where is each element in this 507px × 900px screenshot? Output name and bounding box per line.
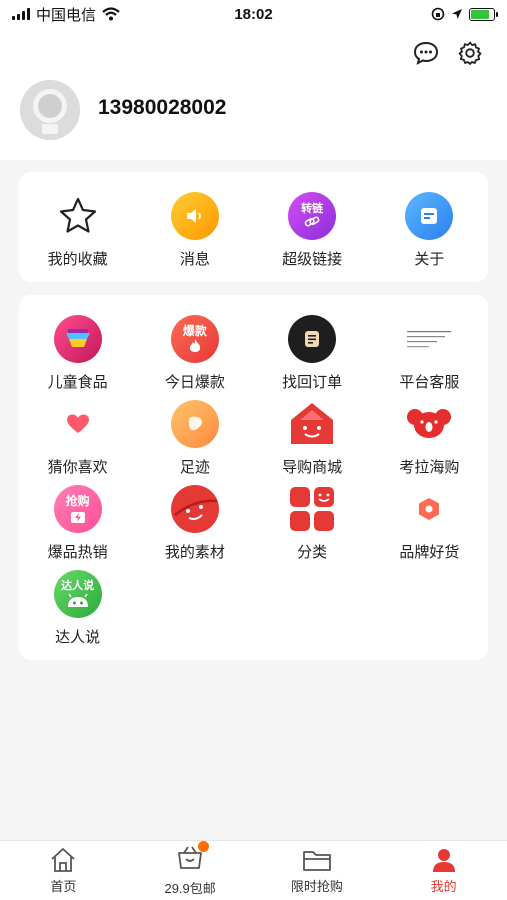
heart-icon [54, 400, 102, 448]
orientation-lock-icon [431, 7, 445, 21]
planet-icon [170, 485, 219, 533]
speaker-icon [170, 192, 219, 240]
signal-icon [12, 8, 30, 20]
status-time: 18:02 [234, 5, 273, 23]
my-material-button[interactable]: 我的素材 [136, 477, 253, 562]
customer-service-icon [405, 315, 453, 363]
tab-mine-label: 我的 [430, 878, 457, 894]
bottom-tab-bar: 首页 29.9包邮 限时抢购 我的 [0, 840, 507, 900]
profile-header: 13980028002 [0, 28, 507, 160]
category-button[interactable]: 分类 [254, 477, 371, 562]
info-doc-icon [405, 192, 454, 240]
category-icon [288, 485, 336, 533]
tab-flash-sale-label: 限时抢购 [290, 878, 343, 894]
hot-item-icon: 爆款 [170, 315, 219, 363]
koala-icon [405, 400, 453, 448]
user-icon [432, 848, 455, 872]
tab-home-label: 首页 [50, 878, 77, 894]
status-left: 中国电信 [12, 4, 192, 25]
kids-food-icon [53, 315, 102, 363]
mall-icon [288, 400, 336, 448]
footprint-icon [170, 400, 219, 448]
tab-flash-sale[interactable]: 限时抢购 [254, 841, 381, 900]
brand-icon [405, 485, 453, 533]
talent-says-button[interactable]: 达人说 达人说 [19, 562, 136, 647]
status-right [315, 7, 498, 21]
order-icon [288, 315, 337, 363]
shopping-mall-button[interactable]: 导购商城 [254, 392, 371, 477]
star-icon [54, 192, 102, 240]
wifi-icon [102, 7, 120, 21]
shopping-basket-icon [176, 841, 210, 875]
quick-actions-card: 我的收藏 消息 转链 超级链接 关于 [19, 172, 488, 282]
brand-goods-button[interactable]: 品牌好货 [371, 477, 488, 562]
folder-icon [302, 850, 331, 871]
notification-badge [198, 841, 210, 852]
user-phone: 13980028002 [98, 96, 227, 119]
gear-icon[interactable] [457, 40, 483, 66]
status-bar: 中国电信 18:02 [0, 0, 507, 28]
kids-food-button[interactable]: 儿童食品 [19, 307, 136, 392]
flash-sale-icon: 抢购 [53, 485, 102, 533]
talent-icon: 达人说 [53, 570, 102, 618]
battery-icon [469, 7, 498, 21]
services-card: 儿童食品 爆款 今日爆款 找回订单 平台客服 猜你喜欢 足迹 导购商城 考拉海购… [19, 295, 488, 660]
chat-bubble-icon[interactable] [413, 40, 439, 66]
location-icon [452, 9, 462, 19]
tab-mine[interactable]: 我的 [380, 841, 507, 900]
tab-home[interactable]: 首页 [0, 841, 127, 900]
link-icon: 转链 [288, 192, 337, 240]
tab-free-shipping[interactable]: 29.9包邮 [127, 841, 254, 900]
customer-service-button[interactable]: 平台客服 [371, 307, 488, 392]
guess-you-like-button[interactable]: 猜你喜欢 [19, 392, 136, 477]
default-avatar-icon[interactable] [20, 80, 80, 140]
hot-items-button[interactable]: 爆款 今日爆款 [136, 307, 253, 392]
home-icon [51, 847, 75, 872]
super-link-button[interactable]: 转链 超级链接 [254, 172, 371, 282]
retrieve-order-button[interactable]: 找回订单 [254, 307, 371, 392]
footprint-button[interactable]: 足迹 [136, 392, 253, 477]
profile-top-icons [413, 40, 483, 66]
carrier-name: 中国电信 [36, 6, 97, 24]
messages-button[interactable]: 消息 [136, 172, 253, 282]
tab-free-shipping-label: 29.9包邮 [164, 881, 216, 896]
my-favorites-button[interactable]: 我的收藏 [19, 172, 136, 282]
flash-sale-button[interactable]: 抢购 爆品热销 [19, 477, 136, 562]
about-button[interactable]: 关于 [371, 172, 488, 282]
koala-shop-button[interactable]: 考拉海购 [371, 392, 488, 477]
